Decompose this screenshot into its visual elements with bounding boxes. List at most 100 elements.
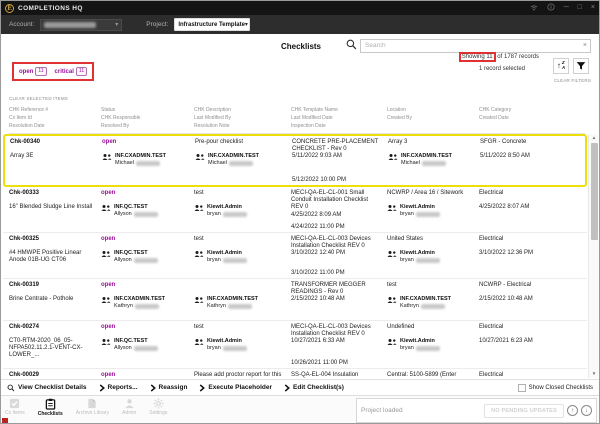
nav-item-settings[interactable]: Settings <box>149 398 167 417</box>
nav-item-admin[interactable]: Admin <box>122 398 136 417</box>
chk-category: Electrical <box>479 236 582 250</box>
inspection-date <box>291 316 382 318</box>
scroll-up-icon[interactable]: ▲ <box>589 134 599 142</box>
nav-item-checklists[interactable]: Checklists <box>38 398 63 417</box>
project-select[interactable]: Infrastructure Template ▾ <box>174 18 250 31</box>
search-icon <box>346 37 357 55</box>
last-modified-date: 4/25/2022 8:09 AM <box>291 212 382 219</box>
redacted-name <box>228 304 252 309</box>
chk-responsible: INF.QC.TEST Allyson <box>101 338 189 352</box>
chk-responsible: INF.CXADMIN.TEST Kathryn <box>101 296 189 310</box>
check-square-icon <box>9 398 20 409</box>
last-modified-by: INF.CXADMIN.TEST Kathryn <box>194 296 286 310</box>
filter-button[interactable] <box>573 58 589 74</box>
redacted-name <box>416 212 440 217</box>
status-badge: open <box>101 236 189 250</box>
app-title: COMPLETIONS HQ <box>18 5 83 12</box>
chip-count-badge: 11 <box>35 67 46 76</box>
clear-filters-button[interactable]: CLEAR FILTERS <box>554 78 591 83</box>
cx-item-id: #4 HMWPE Positive Linear Anode 01B-UG CT… <box>9 250 96 264</box>
info-icon[interactable] <box>547 3 555 13</box>
last-modified-by: INF.CXADMIN.TEST Michael <box>195 153 287 167</box>
search-input[interactable] <box>360 39 591 53</box>
maximize-button[interactable]: □ <box>578 1 582 15</box>
last-modified-by: Kiewit.Admin bryan <box>194 250 286 264</box>
arrow-right-icon <box>199 384 205 392</box>
last-modified-date: 10/27/2021 6:33 AM <box>291 338 382 345</box>
sort-button[interactable]: ↑ ZA <box>553 58 569 74</box>
people-icon <box>195 153 205 161</box>
document-icon <box>87 398 97 409</box>
location: test <box>387 282 474 296</box>
cx-item-id: 16" Blended Sludge Line Install <box>9 204 96 211</box>
created-by: Kiewit.Admin bryan <box>387 338 474 352</box>
execute-placeholder-button[interactable]: Execute Placeholder <box>199 384 272 392</box>
reports-button[interactable]: Reports... <box>99 384 138 392</box>
last-modified-date: 2/15/2022 10:48 AM <box>291 296 382 303</box>
vertical-scrollbar[interactable]: ▲ ▼ <box>588 134 598 378</box>
annotation-showing-count: Showing 11 <box>459 52 496 62</box>
last-modified-date: 5/11/2022 9:03 AM <box>292 153 383 160</box>
scroll-down-icon[interactable]: ▼ <box>589 370 599 378</box>
account-label: Account: <box>9 21 34 28</box>
chk-template-name: MECI-QA-EL-CL-003 Devices Installation C… <box>291 324 382 338</box>
inspection-date: 5/12/2022 10:00 PM <box>292 175 383 183</box>
table-row[interactable]: Chk-00029 open Please add proctor report… <box>3 369 587 379</box>
table-row[interactable]: Chk-00274 CT0-RTM-2020_06_05-NFPA502.11.… <box>3 321 587 369</box>
last-modified-by: Kiewit.Admin bryan <box>194 338 286 352</box>
app-window: E COMPLETIONS HQ ─ □ × Account: ▾ Projec… <box>0 0 600 424</box>
account-select[interactable]: ▾ <box>40 19 122 31</box>
chk-category: Electrical <box>479 190 582 204</box>
upload-icon[interactable]: ↑ <box>567 405 578 416</box>
close-button[interactable]: × <box>591 1 595 15</box>
chk-template-name: MECI-QA-EL-CL-003 Devices Installation C… <box>291 236 382 250</box>
location: NCWRP / Area 16 / Sitework <box>387 190 474 204</box>
chk-category: SFGR - Concrete <box>480 139 580 153</box>
table-column-headers: CHK Reference #Cx Item IdResolution Date… <box>9 106 585 134</box>
table-row[interactable]: Chk-00325 #4 HMWPE Positive Linear Anode… <box>3 233 587 279</box>
table-row[interactable]: Chk-00319 Brine Centrate - Pothole open … <box>3 279 587 321</box>
edit-checklists-button[interactable]: Edit Checklist(s) <box>284 384 344 392</box>
action-bar: View Checklist Details Reports... Reassi… <box>1 379 599 395</box>
nav-item-cx-items[interactable]: Cx Items <box>5 398 25 417</box>
created-date: 4/25/2022 8:07 AM <box>479 204 582 211</box>
cx-item-id: Array 3E <box>10 153 97 160</box>
table-row[interactable]: Chk-00333 16" Blended Sludge Line Instal… <box>3 187 587 233</box>
inspection-date: 4/24/2022 11:00 PM <box>291 222 382 230</box>
redacted-name <box>136 161 160 166</box>
people-icon <box>387 250 397 258</box>
funnel-icon <box>576 61 586 71</box>
scrollbar-thumb[interactable] <box>591 143 598 240</box>
clear-selected-items-button[interactable]: CLEAR SELECTED ITEMS <box>9 96 68 101</box>
filter-chip-critical[interactable]: critical 11 <box>55 67 88 76</box>
table-row[interactable]: Chk-00340 Array 3E open INF.CXADMIN.TEST… <box>3 134 587 187</box>
last-modified-date: 3/10/2022 12:40 PM <box>291 250 382 257</box>
clipboard-icon <box>45 398 56 410</box>
records-count: Showing 11 of 1787 records <box>459 52 539 62</box>
chk-reference: Chk-00333 <box>9 190 96 204</box>
created-date: 3/10/2022 12:36 PM <box>479 250 582 257</box>
filter-chip-open[interactable]: open 11 <box>19 67 47 76</box>
view-checklist-details-button[interactable]: View Checklist Details <box>7 384 87 392</box>
status-badge: open <box>101 190 189 204</box>
search-clear-icon[interactable]: × <box>583 42 587 49</box>
status-badge: open <box>101 282 189 296</box>
redacted-account-value <box>44 22 96 28</box>
people-icon <box>194 250 204 258</box>
chevron-down-icon: ▾ <box>115 21 118 28</box>
selected-count: 1 record selected <box>459 66 525 72</box>
created-date: 2/15/2022 10:48 AM <box>479 296 582 303</box>
redacted-name <box>416 346 440 351</box>
reassign-button[interactable]: Reassign <box>150 384 188 392</box>
show-closed-checkbox[interactable] <box>518 384 526 392</box>
chk-category: Electrical <box>479 324 582 338</box>
nav-item-archive-library[interactable]: Archive Library <box>76 398 109 417</box>
chk-template-name: MECI-QA-EL-CL-001 Small Conduit Installa… <box>291 190 382 212</box>
wifi-icon <box>530 4 538 13</box>
arrow-right-icon <box>99 384 105 392</box>
created-date: 5/11/2022 8:50 AM <box>480 153 580 160</box>
no-pending-updates-button[interactable]: NO PENDING UPDATES <box>484 404 564 418</box>
redacted-name <box>135 304 159 309</box>
download-icon[interactable]: ↓ <box>581 405 592 416</box>
minimize-button[interactable]: ─ <box>564 1 569 15</box>
